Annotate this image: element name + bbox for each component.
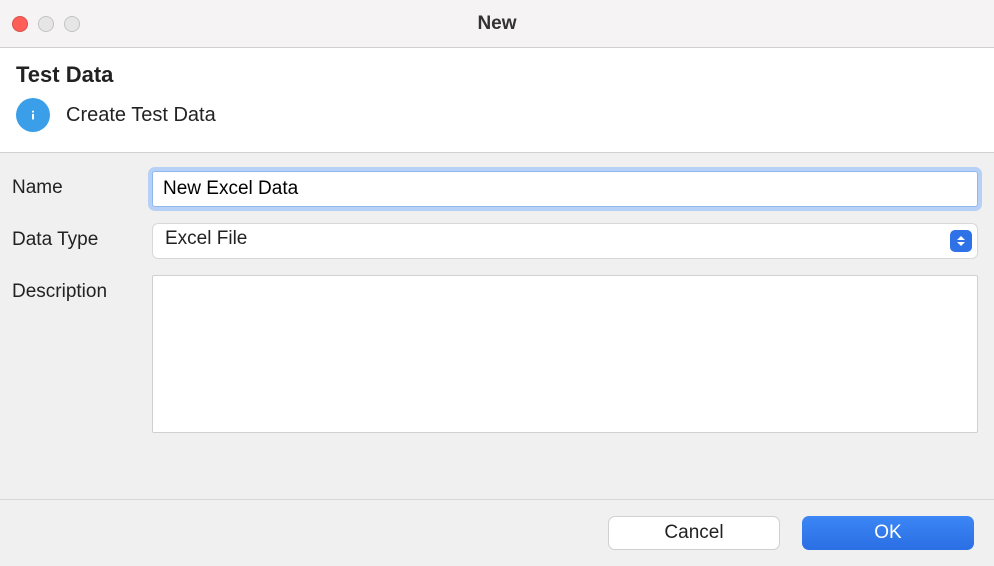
description-label: Description: [12, 275, 152, 303]
name-label: Name: [12, 171, 152, 199]
dialog-header: Test Data Create Test Data: [0, 48, 994, 153]
description-row: Description: [12, 275, 982, 438]
info-icon: [16, 98, 50, 132]
dialog-subtitle: Create Test Data: [66, 104, 216, 127]
form-area: Name Data Type Excel File Description: [0, 153, 994, 472]
ok-button[interactable]: OK: [802, 516, 974, 550]
data-type-select[interactable]: Excel File: [152, 223, 978, 259]
cancel-button[interactable]: Cancel: [608, 516, 780, 550]
titlebar: New: [0, 0, 994, 48]
window-title: New: [0, 13, 994, 35]
close-icon[interactable]: [12, 16, 28, 32]
minimize-icon[interactable]: [38, 16, 54, 32]
maximize-icon[interactable]: [64, 16, 80, 32]
name-row: Name: [12, 171, 982, 207]
dialog-title: Test Data: [16, 62, 978, 88]
data-type-row: Data Type Excel File: [12, 223, 982, 259]
dialog-subtitle-row: Create Test Data: [16, 98, 978, 132]
dialog-footer: Cancel OK: [0, 499, 994, 566]
description-input[interactable]: [152, 275, 978, 433]
name-input[interactable]: [152, 171, 978, 207]
data-type-label: Data Type: [12, 223, 152, 251]
window-controls: [12, 16, 80, 32]
